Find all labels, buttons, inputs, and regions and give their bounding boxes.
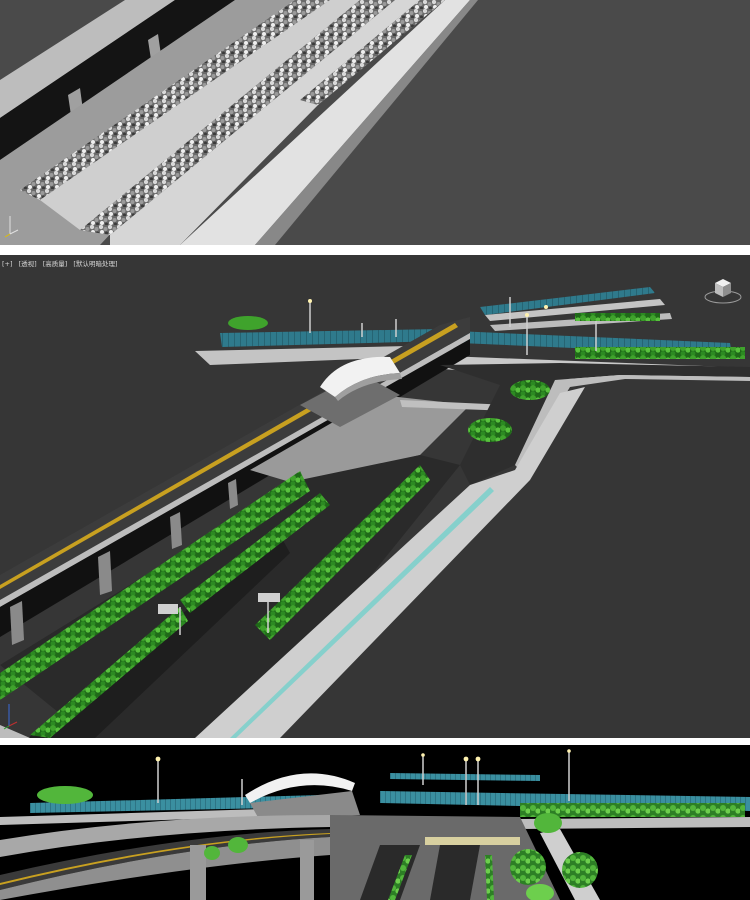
hedge-row (575, 347, 745, 359)
tree-cluster (37, 786, 93, 804)
night-scene (0, 749, 750, 900)
viewport-menu-plus[interactable]: [+] (2, 260, 13, 268)
tree-cluster (510, 380, 550, 400)
viewport-menu-shading[interactable]: [高质量] (43, 260, 68, 268)
tree-cluster (228, 316, 268, 330)
axis-gizmo-icon (4, 216, 19, 238)
viewport-night-render[interactable] (0, 745, 750, 900)
viewport-menu: [+] [透视] [高质量] [默认明暗处理] (2, 258, 122, 268)
solar-canopy (390, 773, 540, 781)
clay-scene (0, 0, 478, 245)
view-cube-icon[interactable] (703, 273, 743, 305)
hedge-row (575, 313, 660, 321)
footbridge (425, 837, 520, 845)
viewport-menu-view[interactable]: [透视] (19, 260, 37, 268)
viewport-top-clay-render[interactable] (0, 0, 750, 245)
viewport-perspective-render[interactable]: [+] [透视] [高质量] [默认明暗处理] (0, 255, 750, 738)
station-scene (0, 287, 750, 738)
lamp-heads (155, 749, 571, 762)
axis-gizmo-icon (3, 704, 18, 730)
tree-cluster (468, 418, 512, 442)
viewport-menu-lighting[interactable]: [默认明暗处理] (73, 260, 117, 268)
